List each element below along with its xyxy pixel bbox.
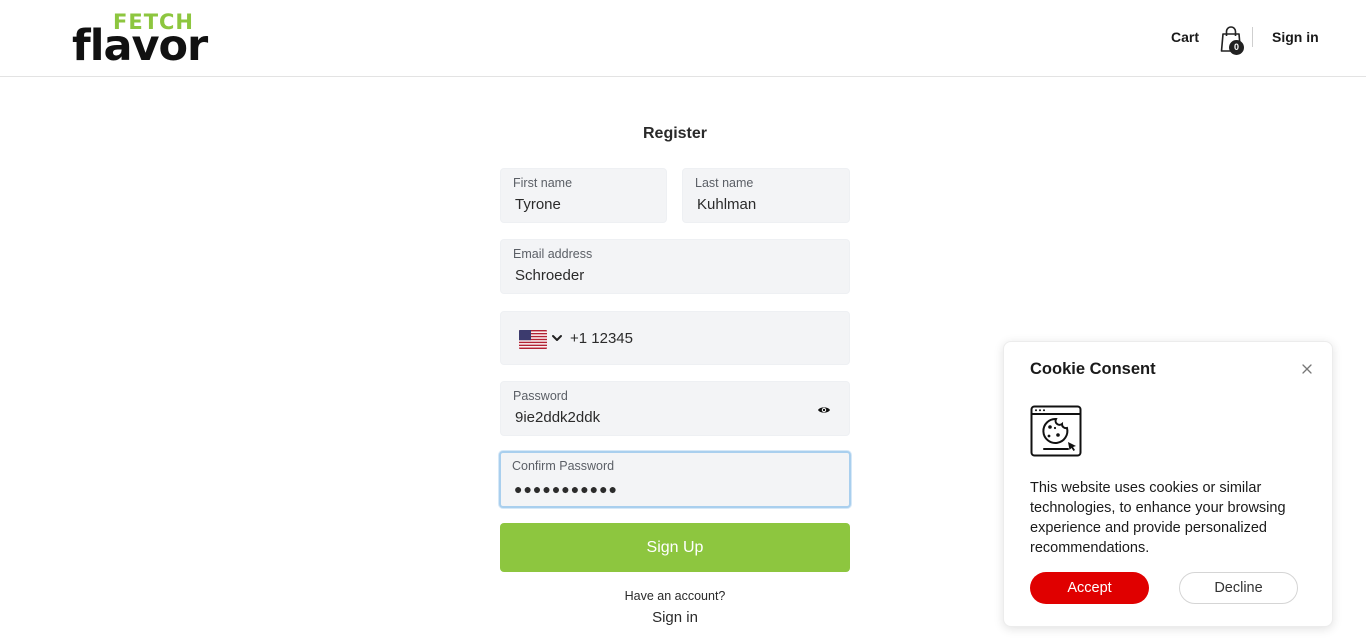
first-name-label: First name <box>513 176 573 190</box>
phone-field[interactable]: +1 12345 <box>500 311 850 365</box>
password-label: Password <box>513 389 568 403</box>
signup-button[interactable]: Sign Up <box>500 523 850 572</box>
confirm-password-value[interactable]: ●●●●●●●●●●● <box>514 481 618 497</box>
password-field[interactable]: Password 9ie2ddk2ddk <box>500 381 850 436</box>
eye-icon[interactable] <box>817 403 831 417</box>
us-flag-icon[interactable] <box>519 330 547 349</box>
confirm-password-field[interactable]: Confirm Password ●●●●●●●●●●● <box>499 451 851 508</box>
nav-divider <box>1252 27 1253 47</box>
first-name-field[interactable]: First name Tyrone <box>500 168 667 223</box>
cookie-accept-button[interactable]: Accept <box>1030 572 1149 604</box>
email-field[interactable]: Email address Schroeder <box>500 239 850 294</box>
confirm-password-label: Confirm Password <box>512 459 615 473</box>
first-name-value[interactable]: Tyrone <box>515 196 561 213</box>
cookie-decline-button[interactable]: Decline <box>1179 572 1298 604</box>
cookie-title: Cookie Consent <box>1030 360 1156 378</box>
logo-flavor-text: flavor <box>72 21 208 71</box>
email-value[interactable]: Schroeder <box>515 267 584 284</box>
cookie-consent-dialog: Cookie Consent This website uses cookies… <box>1003 341 1333 627</box>
email-label: Email address <box>513 247 593 261</box>
nav-signin-link[interactable]: Sign in <box>1272 29 1319 45</box>
cookie-icon <box>1030 405 1082 457</box>
cookie-text: This website uses cookies or similar tec… <box>1030 480 1286 556</box>
close-icon[interactable] <box>1300 362 1314 376</box>
cart-count-badge: 0 <box>1229 40 1244 55</box>
fetch-flavor-logo[interactable]: FETCH flavor <box>72 10 222 71</box>
register-title: Register <box>642 125 708 142</box>
chevron-down-icon[interactable] <box>551 331 563 343</box>
last-name-value[interactable]: Kuhlman <box>697 196 756 213</box>
have-account-text: Have an account? <box>624 589 726 603</box>
signin-link[interactable]: Sign in <box>500 609 850 626</box>
last-name-field[interactable]: Last name Kuhlman <box>682 168 850 223</box>
phone-value[interactable]: +1 12345 <box>570 330 633 347</box>
last-name-label: Last name <box>695 176 754 190</box>
nav-cart-link[interactable]: Cart <box>1171 29 1199 45</box>
site-header: FETCH flavor Cart 0 Sign in <box>0 0 1366 77</box>
password-value[interactable]: 9ie2ddk2ddk <box>515 409 600 426</box>
